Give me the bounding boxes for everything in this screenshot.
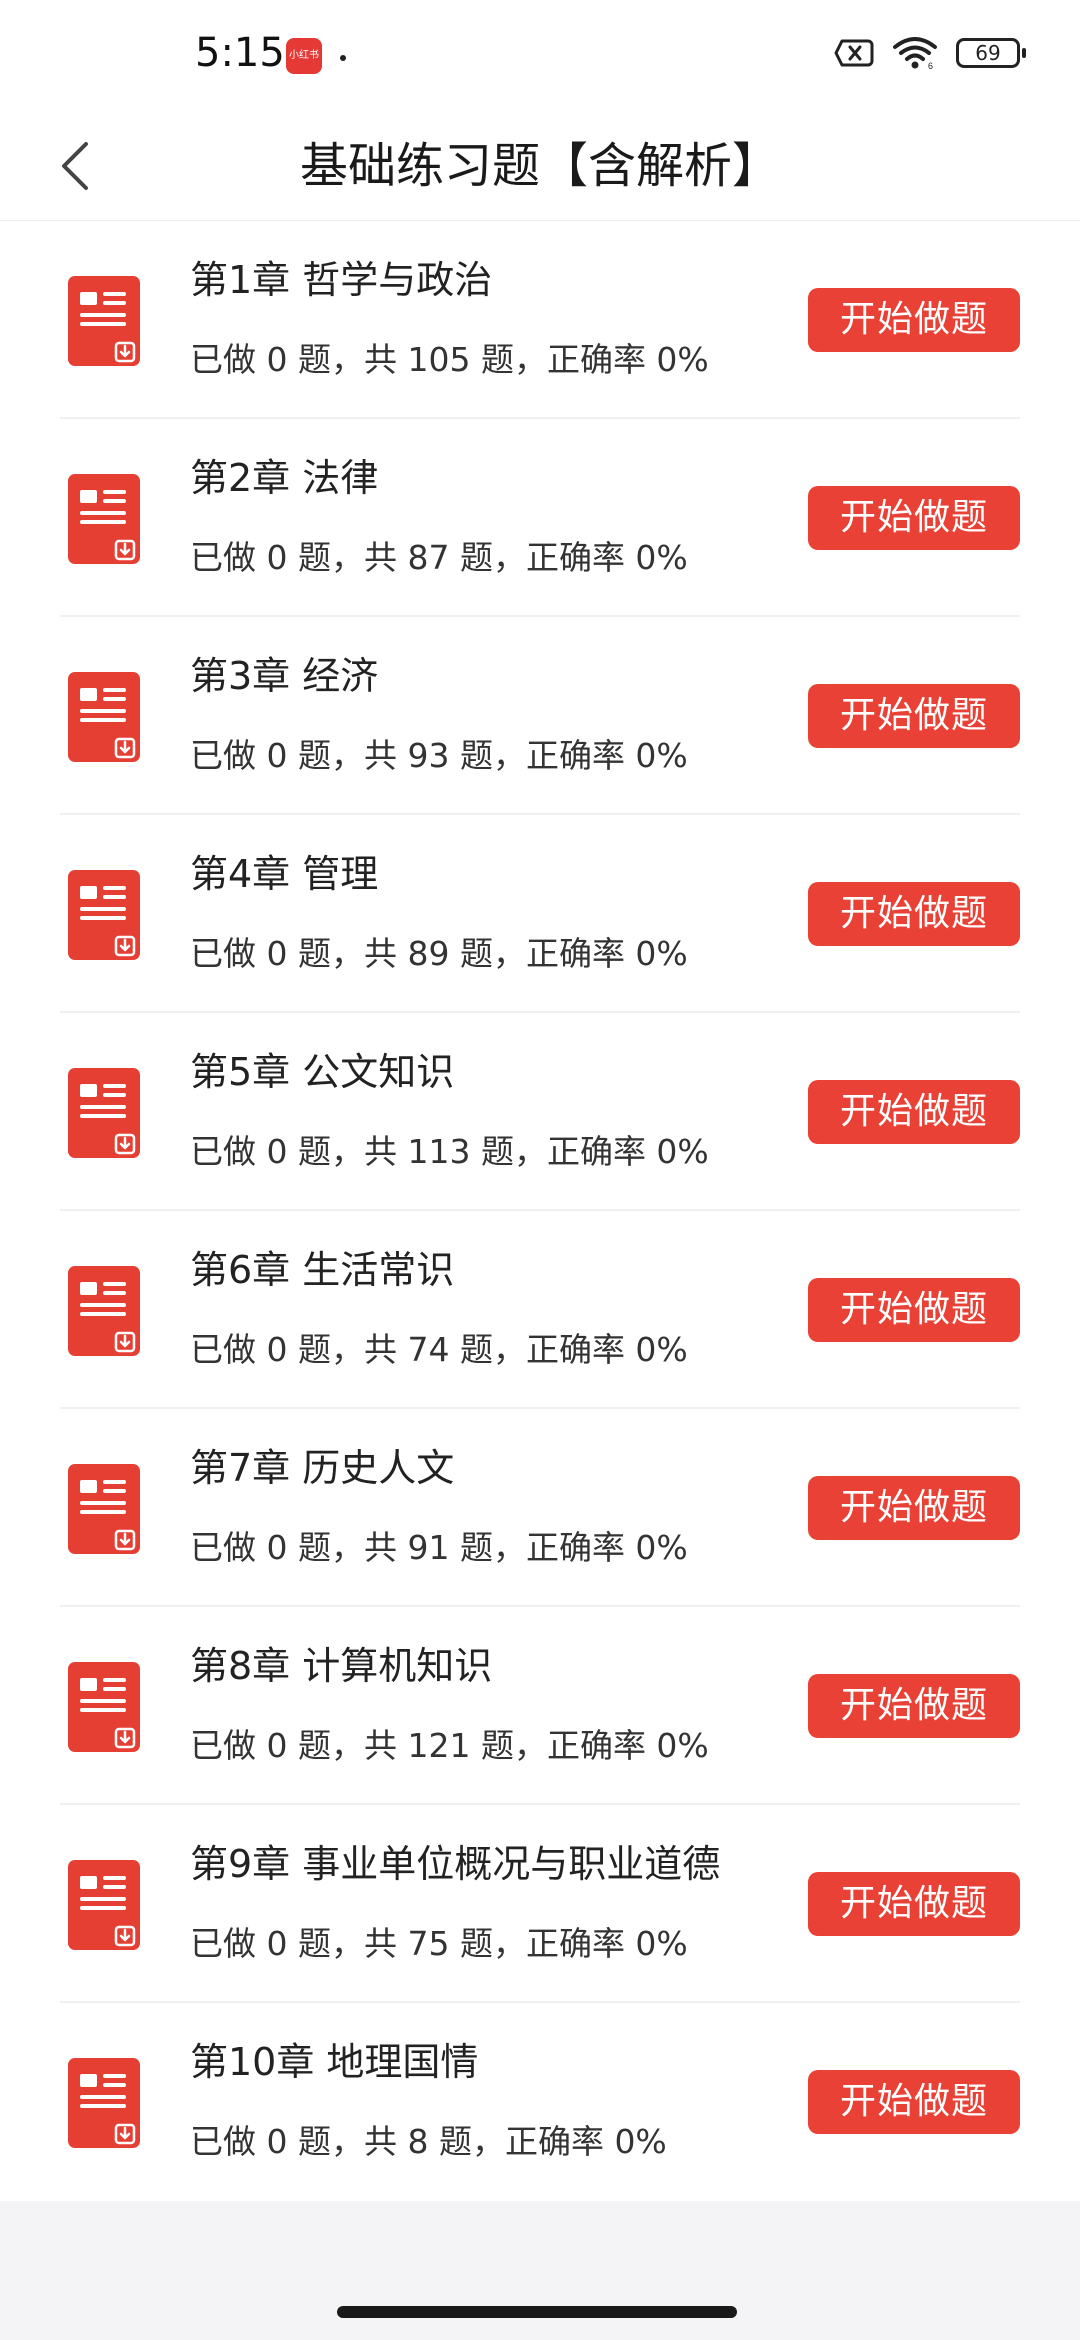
wifi-icon: 6 [892, 36, 938, 70]
document-icon [68, 1464, 140, 1554]
chapter-row[interactable]: 第5章 公文知识 已做 0 题，共 113 题，正确率 0% 开始做题 [60, 1013, 1020, 1211]
chapter-stats: 已做 0 题，共 91 题，正确率 0% [190, 1528, 688, 1567]
chapter-stats: 已做 0 题，共 121 题，正确率 0% [190, 1726, 709, 1765]
document-icon [68, 276, 140, 366]
chapter-title: 第2章 法律 [190, 456, 379, 500]
start-quiz-button[interactable]: 开始做题 [808, 882, 1020, 946]
chapter-stats: 已做 0 题，共 87 题，正确率 0% [190, 538, 688, 577]
xiaohongshu-notification-icon: 小红书 [286, 38, 322, 74]
chapter-row[interactable]: 第9章 事业单位概况与职业道德 已做 0 题，共 75 题，正确率 0% 开始做… [60, 1805, 1020, 2003]
chapter-title: 第7章 历史人文 [190, 1446, 455, 1490]
document-icon [68, 1662, 140, 1752]
document-icon [68, 1860, 140, 1950]
chapter-title: 第3章 经济 [190, 654, 379, 698]
chapter-title: 第5章 公文知识 [190, 1050, 455, 1094]
start-quiz-button[interactable]: 开始做题 [808, 1476, 1020, 1540]
chapter-title: 第6章 生活常识 [190, 1248, 455, 1292]
start-quiz-button[interactable]: 开始做题 [808, 288, 1020, 352]
document-icon [68, 870, 140, 960]
document-icon [68, 672, 140, 762]
battery-icon: 69 [956, 38, 1026, 68]
page-title: 基础练习题【含解析】 [299, 138, 780, 194]
chapter-title: 第1章 哲学与政治 [190, 258, 493, 302]
chapter-row[interactable]: 第3章 经济 已做 0 题，共 93 题，正确率 0% 开始做题 [60, 617, 1020, 815]
svg-text:6: 6 [928, 61, 933, 70]
chapter-stats: 已做 0 题，共 113 题，正确率 0% [190, 1132, 709, 1171]
chapter-row[interactable]: 第7章 历史人文 已做 0 题，共 91 题，正确率 0% 开始做题 [60, 1409, 1020, 1607]
home-indicator[interactable] [337, 2306, 737, 2318]
chapter-title: 第9章 事业单位概况与职业道德 [190, 1842, 721, 1886]
start-quiz-button[interactable]: 开始做题 [808, 1674, 1020, 1738]
start-quiz-button[interactable]: 开始做题 [808, 2070, 1020, 2134]
status-icons: 6 69 [834, 36, 1026, 70]
chapter-row[interactable]: 第8章 计算机知识 已做 0 题，共 121 题，正确率 0% 开始做题 [60, 1607, 1020, 1805]
chapter-stats: 已做 0 题，共 105 题，正确率 0% [190, 340, 709, 379]
chapter-row[interactable]: 第1章 哲学与政治 已做 0 题，共 105 题，正确率 0% 开始做题 [60, 221, 1020, 419]
start-quiz-button[interactable]: 开始做题 [808, 684, 1020, 748]
chapter-title: 第8章 计算机知识 [190, 1644, 493, 1688]
status-time: 5:15 [195, 30, 285, 76]
start-quiz-button[interactable]: 开始做题 [808, 1080, 1020, 1144]
start-quiz-button[interactable]: 开始做题 [808, 1278, 1020, 1342]
chapter-stats: 已做 0 题，共 75 题，正确率 0% [190, 1924, 688, 1963]
app-header: 基础练习题【含解析】 [0, 112, 1080, 221]
document-icon [68, 1068, 140, 1158]
chapter-stats: 已做 0 题，共 89 题，正确率 0% [190, 934, 688, 973]
document-icon [68, 1266, 140, 1356]
start-quiz-button[interactable]: 开始做题 [808, 1872, 1020, 1936]
start-quiz-button[interactable]: 开始做题 [808, 486, 1020, 550]
document-icon [68, 2058, 140, 2148]
chapter-row[interactable]: 第10章 地理国情 已做 0 题，共 8 题，正确率 0% 开始做题 [60, 2003, 1020, 2201]
document-icon [68, 474, 140, 564]
chapter-list: 第1章 哲学与政治 已做 0 题，共 105 题，正确率 0% 开始做题 第2章… [0, 221, 1080, 2201]
status-bar: 5:15 小红书 6 69 [0, 0, 1080, 112]
notification-dot [340, 55, 346, 61]
chapter-stats: 已做 0 题，共 8 题，正确率 0% [190, 2122, 667, 2161]
chapter-row[interactable]: 第2章 法律 已做 0 题，共 87 题，正确率 0% 开始做题 [60, 419, 1020, 617]
chapter-stats: 已做 0 题，共 74 题，正确率 0% [190, 1330, 688, 1369]
chapter-stats: 已做 0 题，共 93 题，正确率 0% [190, 736, 688, 775]
chapter-row[interactable]: 第6章 生活常识 已做 0 题，共 74 题，正确率 0% 开始做题 [60, 1211, 1020, 1409]
chapter-row[interactable]: 第4章 管理 已做 0 题，共 89 题，正确率 0% 开始做题 [60, 815, 1020, 1013]
sim-off-icon [834, 38, 874, 68]
chapter-title: 第10章 地理国情 [190, 2040, 479, 2084]
chapter-title: 第4章 管理 [190, 852, 379, 896]
